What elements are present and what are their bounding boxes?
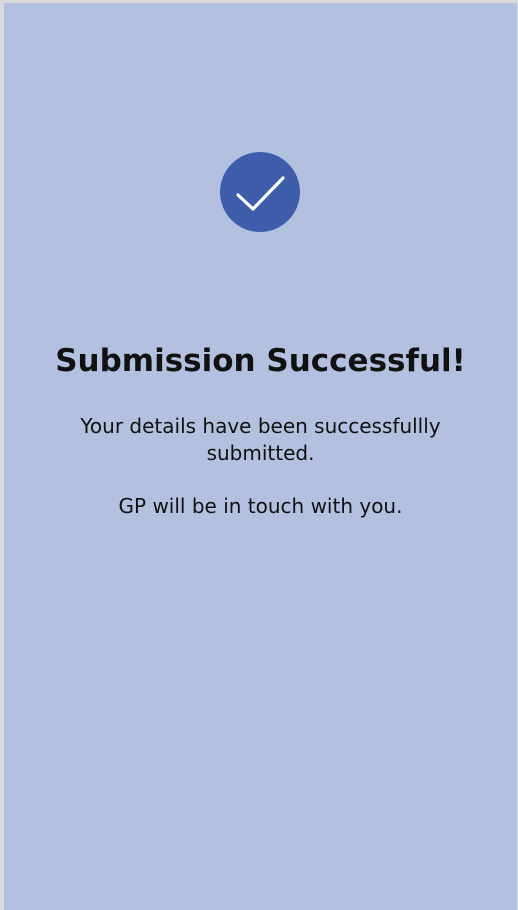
checkmark-icon	[236, 176, 285, 211]
follow-up-note: GP will be in touch with you.	[118, 494, 403, 518]
success-message: Your details have been successfullly sub…	[80, 414, 441, 465]
confirmation-screen: Submission Successful! Your details have…	[4, 3, 517, 910]
page-title: Submission Successful!	[55, 343, 466, 379]
success-badge	[220, 152, 300, 232]
